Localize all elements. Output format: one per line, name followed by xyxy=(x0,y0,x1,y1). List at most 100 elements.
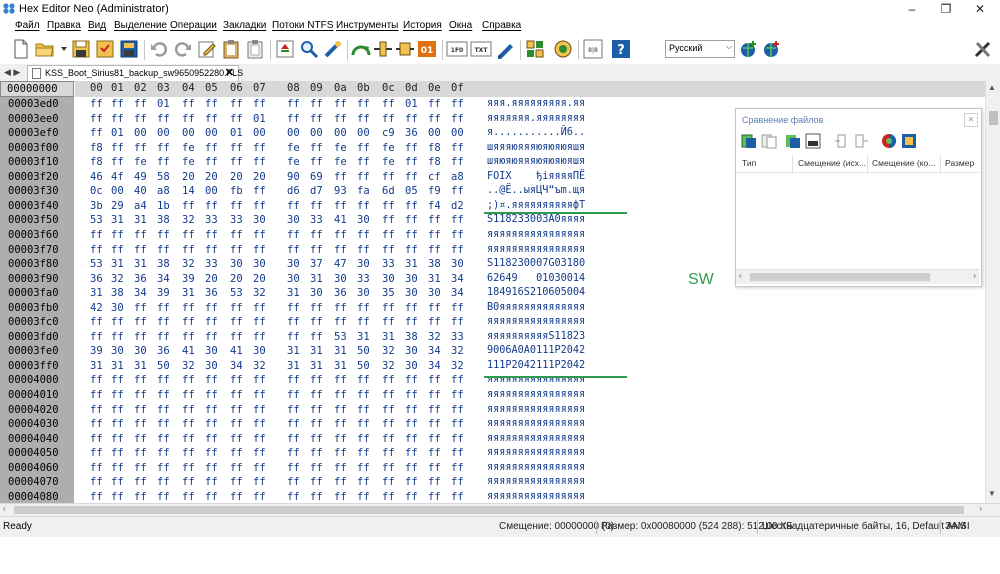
hex-byte[interactable]: ff xyxy=(405,491,418,503)
hex-byte[interactable]: 40 xyxy=(134,185,147,197)
hex-byte[interactable]: fb xyxy=(230,185,243,197)
hex-byte[interactable]: 36 xyxy=(334,287,347,299)
help-circle-icon[interactable] xyxy=(552,38,574,60)
hex-byte[interactable]: ff xyxy=(253,244,266,256)
hex-byte[interactable]: 29 xyxy=(111,200,124,212)
ascii-text[interactable]: яяяяяяяяяяяяяяяя xyxy=(487,418,585,429)
new-file-icon[interactable] xyxy=(10,38,32,60)
hex-byte[interactable]: ff xyxy=(357,98,370,110)
hex-byte[interactable]: ff xyxy=(310,433,323,445)
hex-byte[interactable]: ff xyxy=(357,389,370,401)
hex-byte[interactable]: ff xyxy=(253,491,266,503)
hex-byte[interactable]: a8 xyxy=(451,171,464,183)
hex-byte[interactable]: fe xyxy=(382,156,395,168)
hex-byte[interactable]: ff xyxy=(451,316,464,328)
hex-byte[interactable]: ff xyxy=(205,142,218,154)
hex-byte[interactable]: ff xyxy=(405,171,418,183)
ascii-text[interactable]: 111P2042111P2042 xyxy=(487,360,585,371)
hex-byte[interactable]: ff xyxy=(157,418,170,430)
hex-byte[interactable]: ff xyxy=(451,418,464,430)
hex-byte[interactable]: 00 xyxy=(253,127,266,139)
hex-byte[interactable]: 01 xyxy=(111,127,124,139)
hex-byte[interactable]: ff xyxy=(90,433,103,445)
hex-byte[interactable]: 32 xyxy=(382,345,395,357)
ascii-text[interactable]: 62649 01030014 xyxy=(487,273,585,284)
hex-row[interactable]: 00003fd0 ff ff ff ff ff ff ff ff ff ff 53 31 31 38 32 33… xyxy=(0,330,985,345)
hex-byte[interactable]: ff xyxy=(230,229,243,241)
hex-byte[interactable]: f4 xyxy=(428,200,441,212)
hex-byte[interactable]: ff xyxy=(451,113,464,125)
menu-edit[interactable]: Правка xyxy=(47,20,81,31)
hex-byte[interactable]: ff xyxy=(451,389,464,401)
hex-byte[interactable]: ff xyxy=(405,389,418,401)
hex-byte[interactable]: 30 xyxy=(405,360,418,372)
hex-byte[interactable]: 47 xyxy=(334,258,347,270)
hex-byte[interactable]: ff xyxy=(253,316,266,328)
hex-byte[interactable]: ff xyxy=(428,462,441,474)
hex-byte[interactable]: ff xyxy=(428,302,441,314)
hex-byte[interactable]: ff xyxy=(451,244,464,256)
hex-byte[interactable]: ff xyxy=(334,171,347,183)
hex-byte[interactable]: ff xyxy=(287,389,300,401)
hex-byte[interactable]: 14 xyxy=(182,185,195,197)
hex-byte[interactable]: ff xyxy=(230,316,243,328)
hex-byte[interactable]: ff xyxy=(405,433,418,445)
hex-row[interactable]: 00004060 ff ff ff ff ff ff ff ff ff ff ff ff ff ff ff ff… xyxy=(0,461,985,476)
hex-byte[interactable]: ff xyxy=(287,374,300,386)
hex-byte[interactable]: ff xyxy=(334,476,347,488)
hex-byte[interactable]: 32 xyxy=(182,360,195,372)
hex-byte[interactable]: 33 xyxy=(451,331,464,343)
hex-byte[interactable]: ff xyxy=(334,374,347,386)
menu-history[interactable]: История xyxy=(403,20,442,31)
hex-byte[interactable]: ff xyxy=(451,447,464,459)
hex-byte[interactable]: ff xyxy=(253,389,266,401)
hex-byte[interactable]: 01 xyxy=(230,127,243,139)
hex-byte[interactable]: ff xyxy=(205,200,218,212)
hex-byte[interactable]: f8 xyxy=(428,142,441,154)
menu-view[interactable]: Вид xyxy=(88,20,106,31)
globe-add-icon[interactable] xyxy=(737,38,759,60)
hex-byte[interactable]: ff xyxy=(90,462,103,474)
hex-byte[interactable]: ff xyxy=(451,433,464,445)
hex-byte[interactable]: ff xyxy=(90,98,103,110)
hex-byte[interactable]: ff xyxy=(310,244,323,256)
hex-byte[interactable]: ff xyxy=(253,156,266,168)
hex-byte[interactable]: ff xyxy=(182,389,195,401)
hex-byte[interactable]: 30 xyxy=(405,273,418,285)
hex-byte[interactable]: 30 xyxy=(253,345,266,357)
hex-byte[interactable]: ff xyxy=(205,113,218,125)
hex-byte[interactable]: 00 xyxy=(205,127,218,139)
panel-column-offset-target[interactable]: Смещение (ко... xyxy=(872,158,935,168)
hex-byte[interactable]: ff xyxy=(451,185,464,197)
hex-byte[interactable]: 3b xyxy=(90,200,103,212)
hex-byte[interactable]: ff xyxy=(134,98,147,110)
hex-byte[interactable]: ff xyxy=(287,229,300,241)
hex-byte[interactable]: 00 xyxy=(428,127,441,139)
hex-byte[interactable]: 00 xyxy=(182,127,195,139)
hex-byte[interactable]: ff xyxy=(451,462,464,474)
menu-operations[interactable]: Операции xyxy=(170,20,217,31)
hex-byte[interactable]: ff xyxy=(310,491,323,503)
hex-byte[interactable]: ff xyxy=(451,98,464,110)
hex-byte[interactable]: 36 xyxy=(205,287,218,299)
hex-byte[interactable]: ff xyxy=(182,331,195,343)
hex-byte[interactable]: f9 xyxy=(428,185,441,197)
hex-byte[interactable]: 30 xyxy=(111,302,124,314)
hex-byte[interactable]: ff xyxy=(157,113,170,125)
hex-byte[interactable]: ff xyxy=(287,476,300,488)
close-button[interactable]: ✕ xyxy=(964,0,996,18)
hex-byte[interactable]: ff xyxy=(134,316,147,328)
hex-byte[interactable]: ff xyxy=(451,374,464,386)
hex-byte[interactable]: 39 xyxy=(90,345,103,357)
hex-byte[interactable]: ff xyxy=(287,302,300,314)
hex-byte[interactable]: ff xyxy=(111,374,124,386)
hex-byte[interactable]: 30 xyxy=(253,258,266,270)
hex-byte[interactable]: ff xyxy=(182,476,195,488)
compare-hex-icon[interactable] xyxy=(804,132,822,150)
hex-row[interactable]: 00003ff0 31 31 31 50 32 30 34 32 31 31 31 50 32 30 34 32… xyxy=(0,359,985,374)
hex-byte[interactable]: 00 xyxy=(310,127,323,139)
hex-byte[interactable]: ff xyxy=(157,447,170,459)
hex-byte[interactable]: ff xyxy=(157,229,170,241)
hex-byte[interactable]: ff xyxy=(428,374,441,386)
hex-byte[interactable]: ff xyxy=(428,404,441,416)
